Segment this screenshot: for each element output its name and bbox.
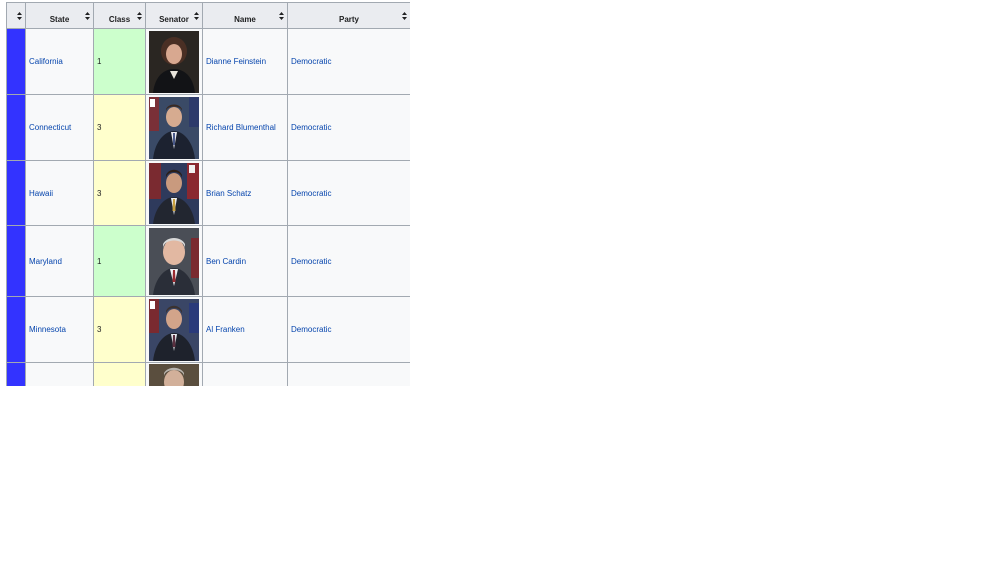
- state-link[interactable]: Hawaii: [29, 189, 53, 198]
- party-color-cell: [6, 225, 26, 297]
- photo-cell: [145, 296, 203, 363]
- senator-portrait[interactable]: [149, 364, 199, 386]
- party-color-cell: [6, 296, 26, 363]
- photo-cell: [145, 94, 203, 161]
- senator-name-link[interactable]: Al Franken: [206, 325, 245, 334]
- column-header-class[interactable]: Class: [93, 2, 146, 29]
- senator-name-link[interactable]: Brian Schatz: [206, 189, 251, 198]
- party-cell: [287, 362, 410, 386]
- senator-portrait[interactable]: [149, 227, 199, 295]
- photo-cell: [145, 225, 203, 297]
- senator-name-link[interactable]: Ben Cardin: [206, 257, 246, 266]
- photo-cell: [145, 160, 203, 226]
- party-color-cell: [6, 160, 26, 226]
- column-header-senator[interactable]: Senator: [145, 2, 203, 29]
- class-cell: 1: [93, 28, 146, 95]
- table-row: Maryland 1 Ben Cardin Democratic: [6, 225, 410, 297]
- class-cell: [93, 362, 146, 386]
- state-cell: [25, 362, 94, 386]
- column-header-label: Party: [338, 15, 359, 24]
- party-cell: Democratic: [287, 160, 410, 226]
- state-cell: Minnesota: [25, 296, 94, 363]
- senator-portrait[interactable]: [149, 30, 199, 93]
- state-cell: Maryland: [25, 225, 94, 297]
- sort-arrows-icon[interactable]: [17, 12, 22, 20]
- state-link[interactable]: Minnesota: [29, 325, 66, 334]
- name-cell: Al Franken: [202, 296, 288, 363]
- party-cell: Democratic: [287, 296, 410, 363]
- name-cell: Dianne Feinstein: [202, 28, 288, 95]
- class-value: 1: [97, 57, 102, 66]
- class-cell: 3: [93, 160, 146, 226]
- senators-table: State Class Senator Name Party Californi…: [6, 2, 410, 386]
- state-link[interactable]: Maryland: [29, 257, 62, 266]
- party-link[interactable]: Democratic: [291, 123, 331, 132]
- column-header-name[interactable]: Name: [202, 2, 288, 29]
- party-link[interactable]: Democratic: [291, 325, 331, 334]
- party-link[interactable]: Democratic: [291, 257, 331, 266]
- sort-arrows-icon[interactable]: [402, 12, 407, 20]
- table-row: Minnesota 3 Al Franken Democratic: [6, 296, 410, 363]
- state-link[interactable]: Connecticut: [29, 123, 71, 132]
- senator-name-link[interactable]: Richard Blumenthal: [206, 123, 276, 132]
- senator-portrait[interactable]: [149, 298, 199, 361]
- class-cell: 3: [93, 94, 146, 161]
- sort-arrows-icon[interactable]: [279, 12, 284, 20]
- table-row: California 1 Dianne Feinstein Democratic: [6, 28, 410, 95]
- sort-arrows-icon[interactable]: [194, 12, 199, 20]
- header-row: State Class Senator Name Party: [6, 2, 410, 29]
- name-cell: Brian Schatz: [202, 160, 288, 226]
- name-cell: Ben Cardin: [202, 225, 288, 297]
- photo-cell: [145, 28, 203, 95]
- party-color-cell: [6, 362, 26, 386]
- party-color-cell: [6, 28, 26, 95]
- state-cell: Connecticut: [25, 94, 94, 161]
- party-cell: Democratic: [287, 225, 410, 297]
- name-cell: Richard Blumenthal: [202, 94, 288, 161]
- senator-portrait[interactable]: [149, 162, 199, 224]
- class-value: 3: [97, 325, 102, 334]
- class-value: 3: [97, 188, 102, 198]
- senator-portrait[interactable]: [149, 96, 199, 159]
- table-row: Hawaii 3 Brian Schatz Democratic: [6, 160, 410, 226]
- column-header-label: Senator: [159, 15, 189, 24]
- party-cell: Democratic: [287, 28, 410, 95]
- photo-cell: [145, 362, 203, 386]
- class-value: 1: [97, 256, 102, 266]
- senator-name-link[interactable]: Dianne Feinstein: [206, 57, 266, 66]
- party-cell: Democratic: [287, 94, 410, 161]
- party-link[interactable]: Democratic: [291, 57, 331, 66]
- table-viewport: State Class Senator Name Party Californi…: [6, 2, 410, 386]
- state-cell: California: [25, 28, 94, 95]
- state-link[interactable]: California: [29, 57, 63, 66]
- column-header-color[interactable]: [6, 2, 26, 29]
- name-cell: [202, 362, 288, 386]
- table-row: [6, 362, 410, 386]
- class-cell: 1: [93, 225, 146, 297]
- sort-arrows-icon[interactable]: [137, 12, 142, 20]
- party-link[interactable]: Democratic: [291, 189, 331, 198]
- column-header-label: Name: [234, 15, 256, 24]
- column-header-party[interactable]: Party: [287, 2, 410, 29]
- table-row: Connecticut 3 Richard Blumenthal Democra…: [6, 94, 410, 161]
- sort-arrows-icon[interactable]: [85, 12, 90, 20]
- party-color-cell: [6, 94, 26, 161]
- class-cell: 3: [93, 296, 146, 363]
- column-header-label: Class: [108, 15, 131, 24]
- column-header-label: State: [49, 15, 70, 24]
- state-cell: Hawaii: [25, 160, 94, 226]
- column-header-state[interactable]: State: [25, 2, 94, 29]
- class-value: 3: [97, 123, 102, 132]
